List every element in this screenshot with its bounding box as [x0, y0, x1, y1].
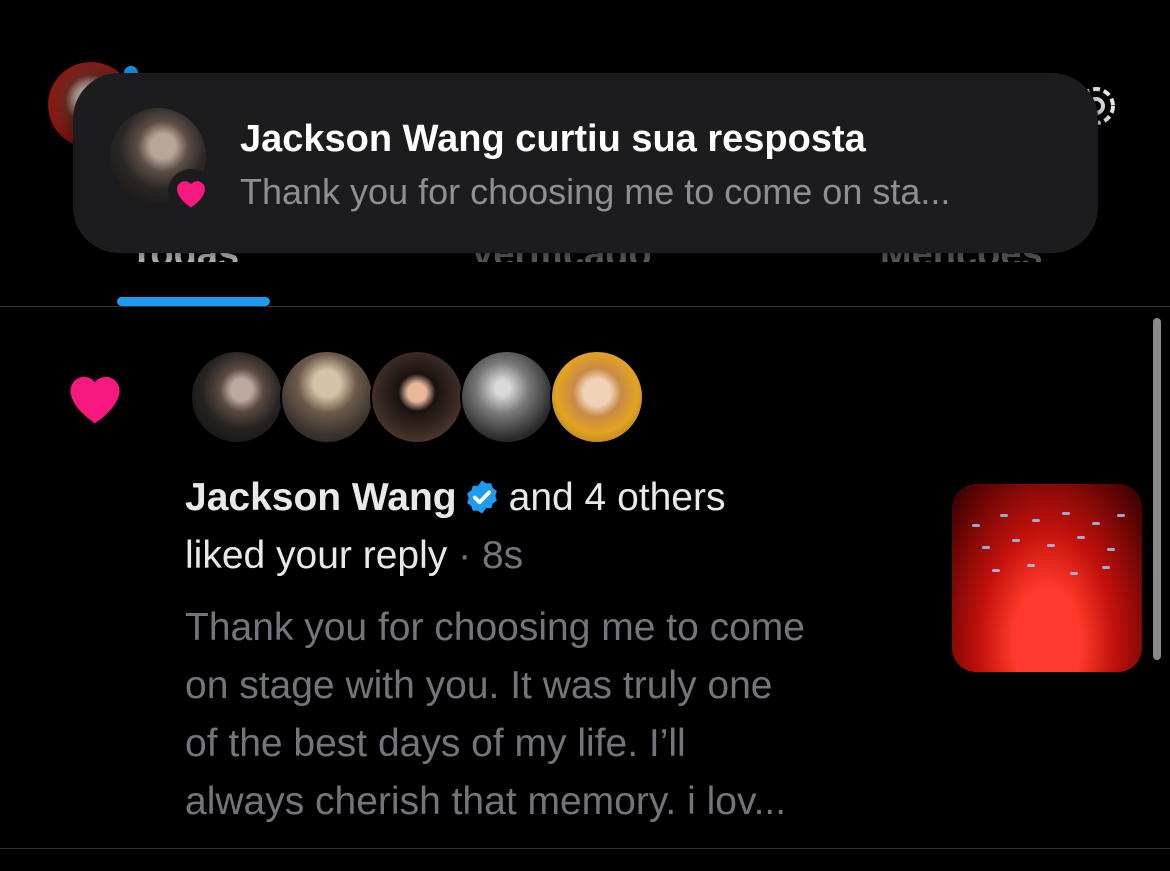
- banner-heart-icon: [168, 169, 214, 215]
- avatar[interactable]: [190, 350, 284, 444]
- avatar[interactable]: [460, 350, 554, 444]
- push-notification-banner[interactable]: Jackson Wang curtiu sua resposta Thank y…: [73, 73, 1098, 253]
- action-text: liked your reply: [185, 534, 448, 577]
- reply-line: always cherish that memory. i lov...: [185, 780, 787, 823]
- active-tab-indicator: [117, 297, 270, 306]
- avatar[interactable]: [280, 350, 374, 444]
- others-count: and 4 others: [508, 476, 726, 519]
- reply-preview[interactable]: Thank you for choosing me to come on sta…: [185, 599, 925, 831]
- notification-headline: Jackson Wang and 4 others: [185, 476, 725, 520]
- banner-title: Jackson Wang curtiu sua resposta: [240, 118, 866, 160]
- timestamp: · 8s: [458, 534, 524, 577]
- banner-body: Thank you for choosing me to come on sta…: [240, 171, 951, 212]
- scrollbar[interactable]: [1153, 318, 1161, 660]
- reply-line: Thank you for choosing me to come: [185, 606, 805, 649]
- heart-icon: [70, 376, 120, 424]
- divider: [0, 306, 1170, 307]
- user-name[interactable]: Jackson Wang: [185, 476, 457, 519]
- media-thumbnail[interactable]: [952, 484, 1142, 672]
- avatar[interactable]: [370, 350, 464, 444]
- avatar[interactable]: [550, 350, 644, 444]
- notification-action: liked your reply · 8s: [185, 534, 523, 578]
- reply-line: of the best days of my life. I’ll: [185, 722, 686, 765]
- reply-line: on stage with you. It was truly one: [185, 664, 773, 707]
- verified-badge-icon: [466, 480, 497, 514]
- divider: [0, 848, 1170, 849]
